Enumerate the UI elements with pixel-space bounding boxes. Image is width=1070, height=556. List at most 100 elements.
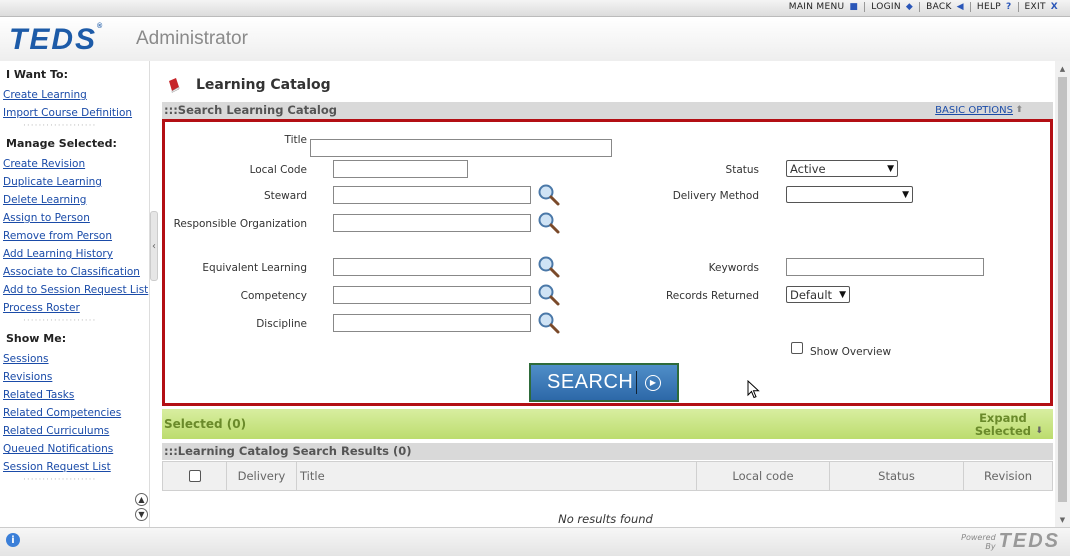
column-status[interactable]: Status bbox=[830, 462, 964, 490]
login-link[interactable]: LOGIN ◆ bbox=[864, 2, 919, 12]
competency-input[interactable] bbox=[333, 286, 531, 304]
app-header: TEDS® Administrator bbox=[0, 17, 1070, 61]
column-local-code[interactable]: Local code bbox=[697, 462, 830, 490]
collapse-sidebar-handle[interactable]: ‹ bbox=[150, 211, 158, 281]
basic-options-link[interactable]: BASIC OPTIONS bbox=[935, 102, 1013, 119]
sidebar-link-assign-to-person[interactable]: Assign to Person bbox=[3, 209, 149, 227]
records-returned-select[interactable]: Default ▼ bbox=[786, 286, 850, 303]
sidebar-link-create-revision[interactable]: Create Revision bbox=[3, 155, 149, 173]
footer: i Powered By TEDS bbox=[0, 527, 1070, 556]
delivery-method-select[interactable]: ▼ bbox=[786, 186, 913, 203]
sidebar-heading-manage-selected: Manage Selected: bbox=[6, 137, 117, 150]
sidebar-link-create-learning[interactable]: Create Learning bbox=[3, 86, 149, 104]
exit-link[interactable]: EXIT X bbox=[1017, 2, 1064, 12]
show-overview-checkbox[interactable] bbox=[791, 342, 803, 354]
sidebar-link-queued-notifications[interactable]: Queued Notifications bbox=[3, 440, 149, 458]
scrollbar-thumb[interactable] bbox=[1058, 77, 1067, 502]
column-title[interactable]: Title bbox=[297, 462, 697, 490]
competency-label: Competency bbox=[240, 290, 307, 302]
local-code-input[interactable] bbox=[333, 160, 468, 178]
app-title: Administrator bbox=[136, 28, 248, 49]
scroll-down-arrow-icon[interactable]: ▼ bbox=[1055, 512, 1070, 527]
sidebar-heading-i-want-to: I Want To: bbox=[6, 68, 69, 81]
steward-search-icon[interactable] bbox=[537, 183, 561, 207]
chevron-down-icon: ▼ bbox=[887, 163, 894, 174]
keywords-input[interactable] bbox=[786, 258, 984, 276]
sidebar-link-process-roster[interactable]: Process Roster bbox=[3, 299, 149, 317]
equivalent-learning-search-icon[interactable] bbox=[537, 255, 561, 279]
sidebar-link-revisions[interactable]: Revisions bbox=[3, 368, 149, 386]
sidebar-link-sessions[interactable]: Sessions bbox=[3, 350, 149, 368]
sidebar-divider: ··················· bbox=[23, 121, 97, 131]
sidebar-link-associate-classification[interactable]: Associate to Classification bbox=[3, 263, 149, 281]
expand-down-icon[interactable]: ⬇ bbox=[1035, 426, 1043, 436]
exit-icon: X bbox=[1050, 2, 1058, 12]
back-link[interactable]: BACK ◀ bbox=[919, 2, 970, 12]
column-revision[interactable]: Revision bbox=[964, 462, 1052, 490]
help-link[interactable]: HELP? bbox=[969, 2, 1018, 12]
sidebar-link-duplicate-learning[interactable]: Duplicate Learning bbox=[3, 173, 149, 191]
sidebar-link-session-request-list[interactable]: Session Request List bbox=[3, 458, 149, 476]
sidebar-link-related-tasks[interactable]: Related Tasks bbox=[3, 386, 149, 404]
sidebar-link-import-course[interactable]: Import Course Definition bbox=[3, 104, 149, 122]
powered-by: Powered By TEDS bbox=[961, 530, 1060, 552]
scroll-up-arrow-icon[interactable]: ▲ bbox=[1055, 61, 1070, 76]
select-all-checkbox[interactable] bbox=[188, 470, 201, 482]
sidebar-link-related-competencies[interactable]: Related Competencies bbox=[3, 404, 149, 422]
competency-search-icon[interactable] bbox=[537, 283, 561, 307]
discipline-input[interactable] bbox=[333, 314, 531, 332]
info-icon[interactable]: i bbox=[6, 533, 20, 547]
equivalent-learning-label: Equivalent Learning bbox=[202, 262, 307, 274]
search-button[interactable]: SEARCH ▶ bbox=[529, 363, 679, 402]
chevron-down-icon: ▼ bbox=[839, 289, 846, 300]
steward-input[interactable] bbox=[333, 186, 531, 204]
chevron-down-icon: ▼ bbox=[902, 189, 909, 200]
discipline-search-icon[interactable] bbox=[537, 311, 561, 335]
sidebar-scroll-controls: ▲ ▼ bbox=[135, 493, 148, 523]
sidebar-divider: ··················· bbox=[23, 475, 97, 485]
page-title: Learning Catalog bbox=[196, 77, 331, 93]
title-label: Title bbox=[284, 134, 307, 146]
search-panel-header: :::Search Learning Catalog BASIC OPTIONS… bbox=[162, 102, 1053, 119]
results-panel-header: :::Learning Catalog Search Results (0) bbox=[162, 443, 1053, 460]
search-form: Title Local Code Steward Responsible Org… bbox=[162, 119, 1053, 406]
status-label: Status bbox=[725, 164, 759, 176]
title-input[interactable] bbox=[310, 139, 612, 157]
sidebar-link-add-session-request[interactable]: Add to Session Request List bbox=[3, 281, 149, 299]
responsible-org-search-icon[interactable] bbox=[537, 211, 561, 235]
equivalent-learning-input[interactable] bbox=[333, 258, 531, 276]
sidebar-link-remove-from-person[interactable]: Remove from Person bbox=[3, 227, 149, 245]
expand-selected-link[interactable]: Expand Selected bbox=[975, 412, 1031, 438]
discipline-label: Discipline bbox=[256, 318, 307, 330]
results-table: Delivery Title Local code Status Revisio… bbox=[162, 461, 1053, 491]
keywords-label: Keywords bbox=[708, 262, 759, 274]
top-navigation-bar: MAIN MENU ■ LOGIN ◆ BACK ◀ HELP? EXIT X bbox=[0, 0, 1070, 17]
main-menu-icon: ■ bbox=[849, 2, 859, 12]
sidebar: I Want To: Create Learning Import Course… bbox=[0, 61, 150, 527]
scroll-down-icon[interactable]: ▼ bbox=[135, 508, 148, 521]
selected-bar: Selected (0) Expand Selected ⬇ bbox=[162, 409, 1053, 439]
teds-logo: TEDS® bbox=[9, 23, 105, 56]
show-overview-label: Show Overview bbox=[810, 346, 892, 358]
collapse-up-icon[interactable]: ⬆ bbox=[1015, 102, 1023, 119]
help-icon: ? bbox=[1006, 2, 1012, 12]
responsible-org-input[interactable] bbox=[333, 214, 531, 232]
records-returned-label: Records Returned bbox=[665, 290, 759, 302]
teds-footer-logo: TEDS bbox=[998, 530, 1060, 552]
sidebar-link-related-curriculums[interactable]: Related Curriculums bbox=[3, 422, 149, 440]
sidebar-link-add-learning-history[interactable]: Add Learning History bbox=[3, 245, 149, 263]
page-title-row: Learning Catalog bbox=[166, 77, 331, 93]
vertical-scrollbar[interactable]: ▲ ▼ bbox=[1055, 61, 1070, 527]
arrow-right-circle-icon: ▶ bbox=[645, 374, 661, 391]
mouse-cursor-icon bbox=[747, 380, 760, 399]
column-delivery[interactable]: Delivery bbox=[227, 462, 297, 490]
main-content: Learning Catalog :::Search Learning Cata… bbox=[160, 61, 1055, 527]
select-all-cell bbox=[163, 462, 227, 490]
sidebar-heading-show-me: Show Me: bbox=[6, 332, 67, 345]
sidebar-link-delete-learning[interactable]: Delete Learning bbox=[3, 191, 149, 209]
main-menu-link[interactable]: MAIN MENU ■ bbox=[783, 2, 864, 12]
scroll-up-icon[interactable]: ▲ bbox=[135, 493, 148, 506]
status-select[interactable]: Active ▼ bbox=[786, 160, 898, 177]
top-nav-items: MAIN MENU ■ LOGIN ◆ BACK ◀ HELP? EXIT X bbox=[783, 2, 1064, 12]
login-icon: ◆ bbox=[905, 2, 914, 12]
